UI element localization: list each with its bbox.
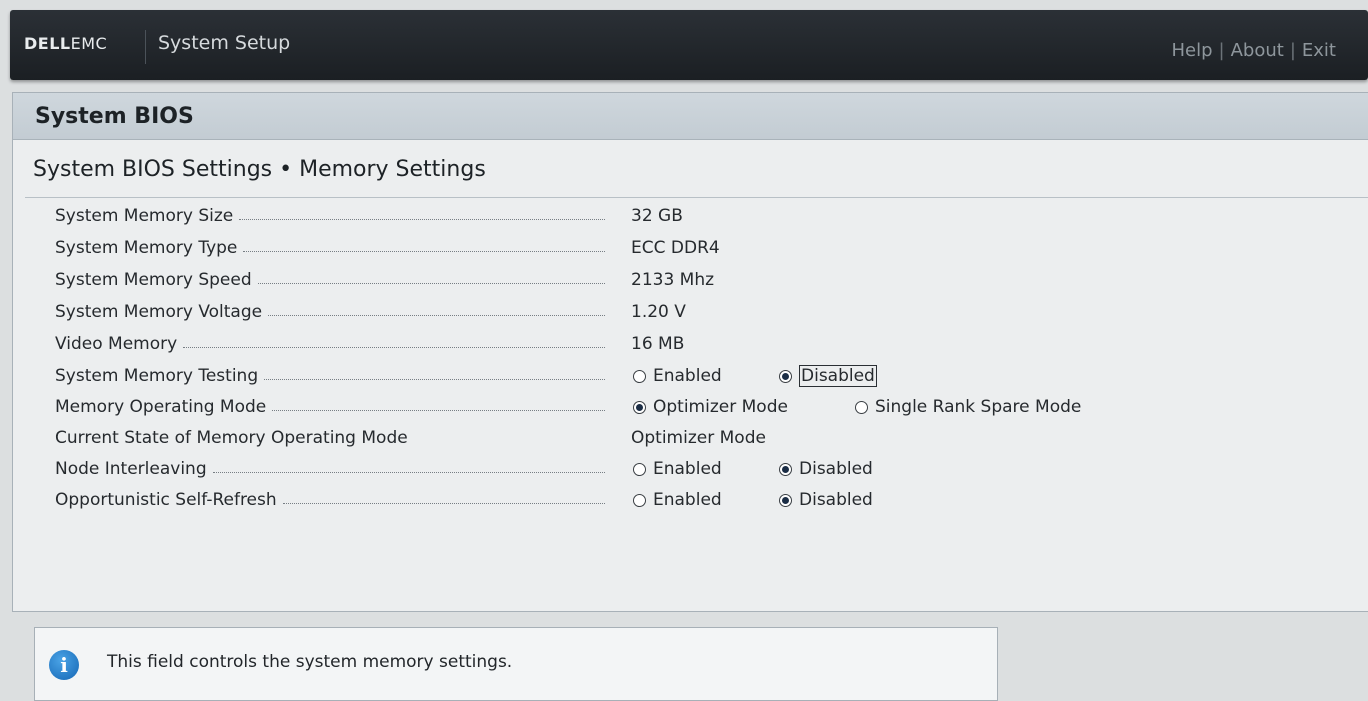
setting-value: ECC DDR4 (631, 238, 720, 258)
setting-row-memory-voltage: System Memory Voltage 1.20 V (55, 300, 1355, 324)
radio-unchecked-icon (633, 369, 646, 383)
setting-label: Node Interleaving (55, 459, 207, 479)
setting-label: System Memory Type (55, 238, 238, 258)
panel-title: System BIOS (35, 104, 194, 129)
app-title: System Setup (158, 32, 291, 54)
radio-checked-icon (779, 493, 792, 507)
radio-unchecked-icon (633, 462, 646, 476)
setting-label: System Memory Voltage (55, 302, 263, 322)
setting-value: 32 GB (631, 206, 683, 226)
radio-checked-icon (779, 462, 792, 476)
help-text: This field controls the system memory se… (107, 652, 513, 672)
radio-option-enabled[interactable]: Enabled (633, 457, 722, 481)
setting-label: Current State of Memory Operating Mode (55, 428, 408, 448)
radio-checked-icon (633, 400, 646, 414)
setting-value: 16 MB (631, 334, 685, 354)
section-divider (25, 197, 1368, 198)
radio-option-single-rank-spare-mode[interactable]: Single Rank Spare Mode (855, 395, 1081, 419)
setting-value: 2133 Mhz (631, 270, 715, 290)
radio-checked-icon (779, 369, 792, 383)
setting-label: Opportunistic Self-Refresh (55, 490, 277, 510)
radio-option-optimizer-mode[interactable]: Optimizer Mode (633, 395, 788, 419)
setting-row-memory-type: System Memory Type ECC DDR4 (55, 236, 1355, 260)
dell-emc-logo: DELLEMC (24, 34, 108, 53)
setting-value: 1.20 V (631, 302, 686, 322)
radio-option-enabled[interactable]: Enabled (633, 364, 722, 388)
setting-value: Optimizer Mode (631, 428, 766, 448)
setting-label: System Memory Speed (55, 270, 252, 290)
radio-option-enabled[interactable]: Enabled (633, 488, 722, 512)
setting-row-memory-testing: System Memory Testing Enabled Disabled (55, 364, 1355, 388)
help-info-box: i This field controls the system memory … (34, 627, 998, 701)
header-divider (145, 30, 146, 64)
section-title: System BIOS Settings • Memory Settings (33, 157, 486, 182)
setting-label: Video Memory (55, 334, 178, 354)
top-bar: DELLEMC System Setup Help | About | Exit (10, 10, 1368, 80)
radio-option-disabled[interactable]: Disabled (779, 364, 877, 388)
setting-row-node-interleaving: Node Interleaving Enabled Disabled (55, 457, 1355, 481)
setting-label: Memory Operating Mode (55, 397, 267, 417)
setting-row-operating-mode: Memory Operating Mode Optimizer Mode Sin… (55, 395, 1355, 419)
setting-label: System Memory Testing (55, 366, 259, 386)
setting-row-self-refresh: Opportunistic Self-Refresh Enabled Disab… (55, 488, 1355, 512)
setting-row-memory-size: System Memory Size 32 GB (55, 204, 1355, 228)
header-links: Help | About | Exit (1171, 40, 1336, 61)
setting-row-memory-speed: System Memory Speed 2133 Mhz (55, 268, 1355, 292)
panel-header: System BIOS (13, 93, 1368, 140)
radio-unchecked-icon (855, 400, 868, 414)
help-link[interactable]: Help (1171, 40, 1212, 61)
setting-row-current-state: Current State of Memory Operating Mode O… (55, 426, 1355, 450)
radio-unchecked-icon (633, 493, 646, 507)
bios-panel: System BIOS System BIOS Settings • Memor… (12, 92, 1368, 612)
radio-option-disabled[interactable]: Disabled (779, 488, 873, 512)
radio-option-disabled[interactable]: Disabled (779, 457, 873, 481)
link-separator: | (1289, 40, 1296, 61)
link-separator: | (1218, 40, 1225, 61)
setting-row-video-memory: Video Memory 16 MB (55, 332, 1355, 356)
setting-label: System Memory Size (55, 206, 234, 226)
info-icon: i (49, 650, 79, 680)
exit-link[interactable]: Exit (1302, 40, 1336, 61)
about-link[interactable]: About (1231, 40, 1284, 61)
